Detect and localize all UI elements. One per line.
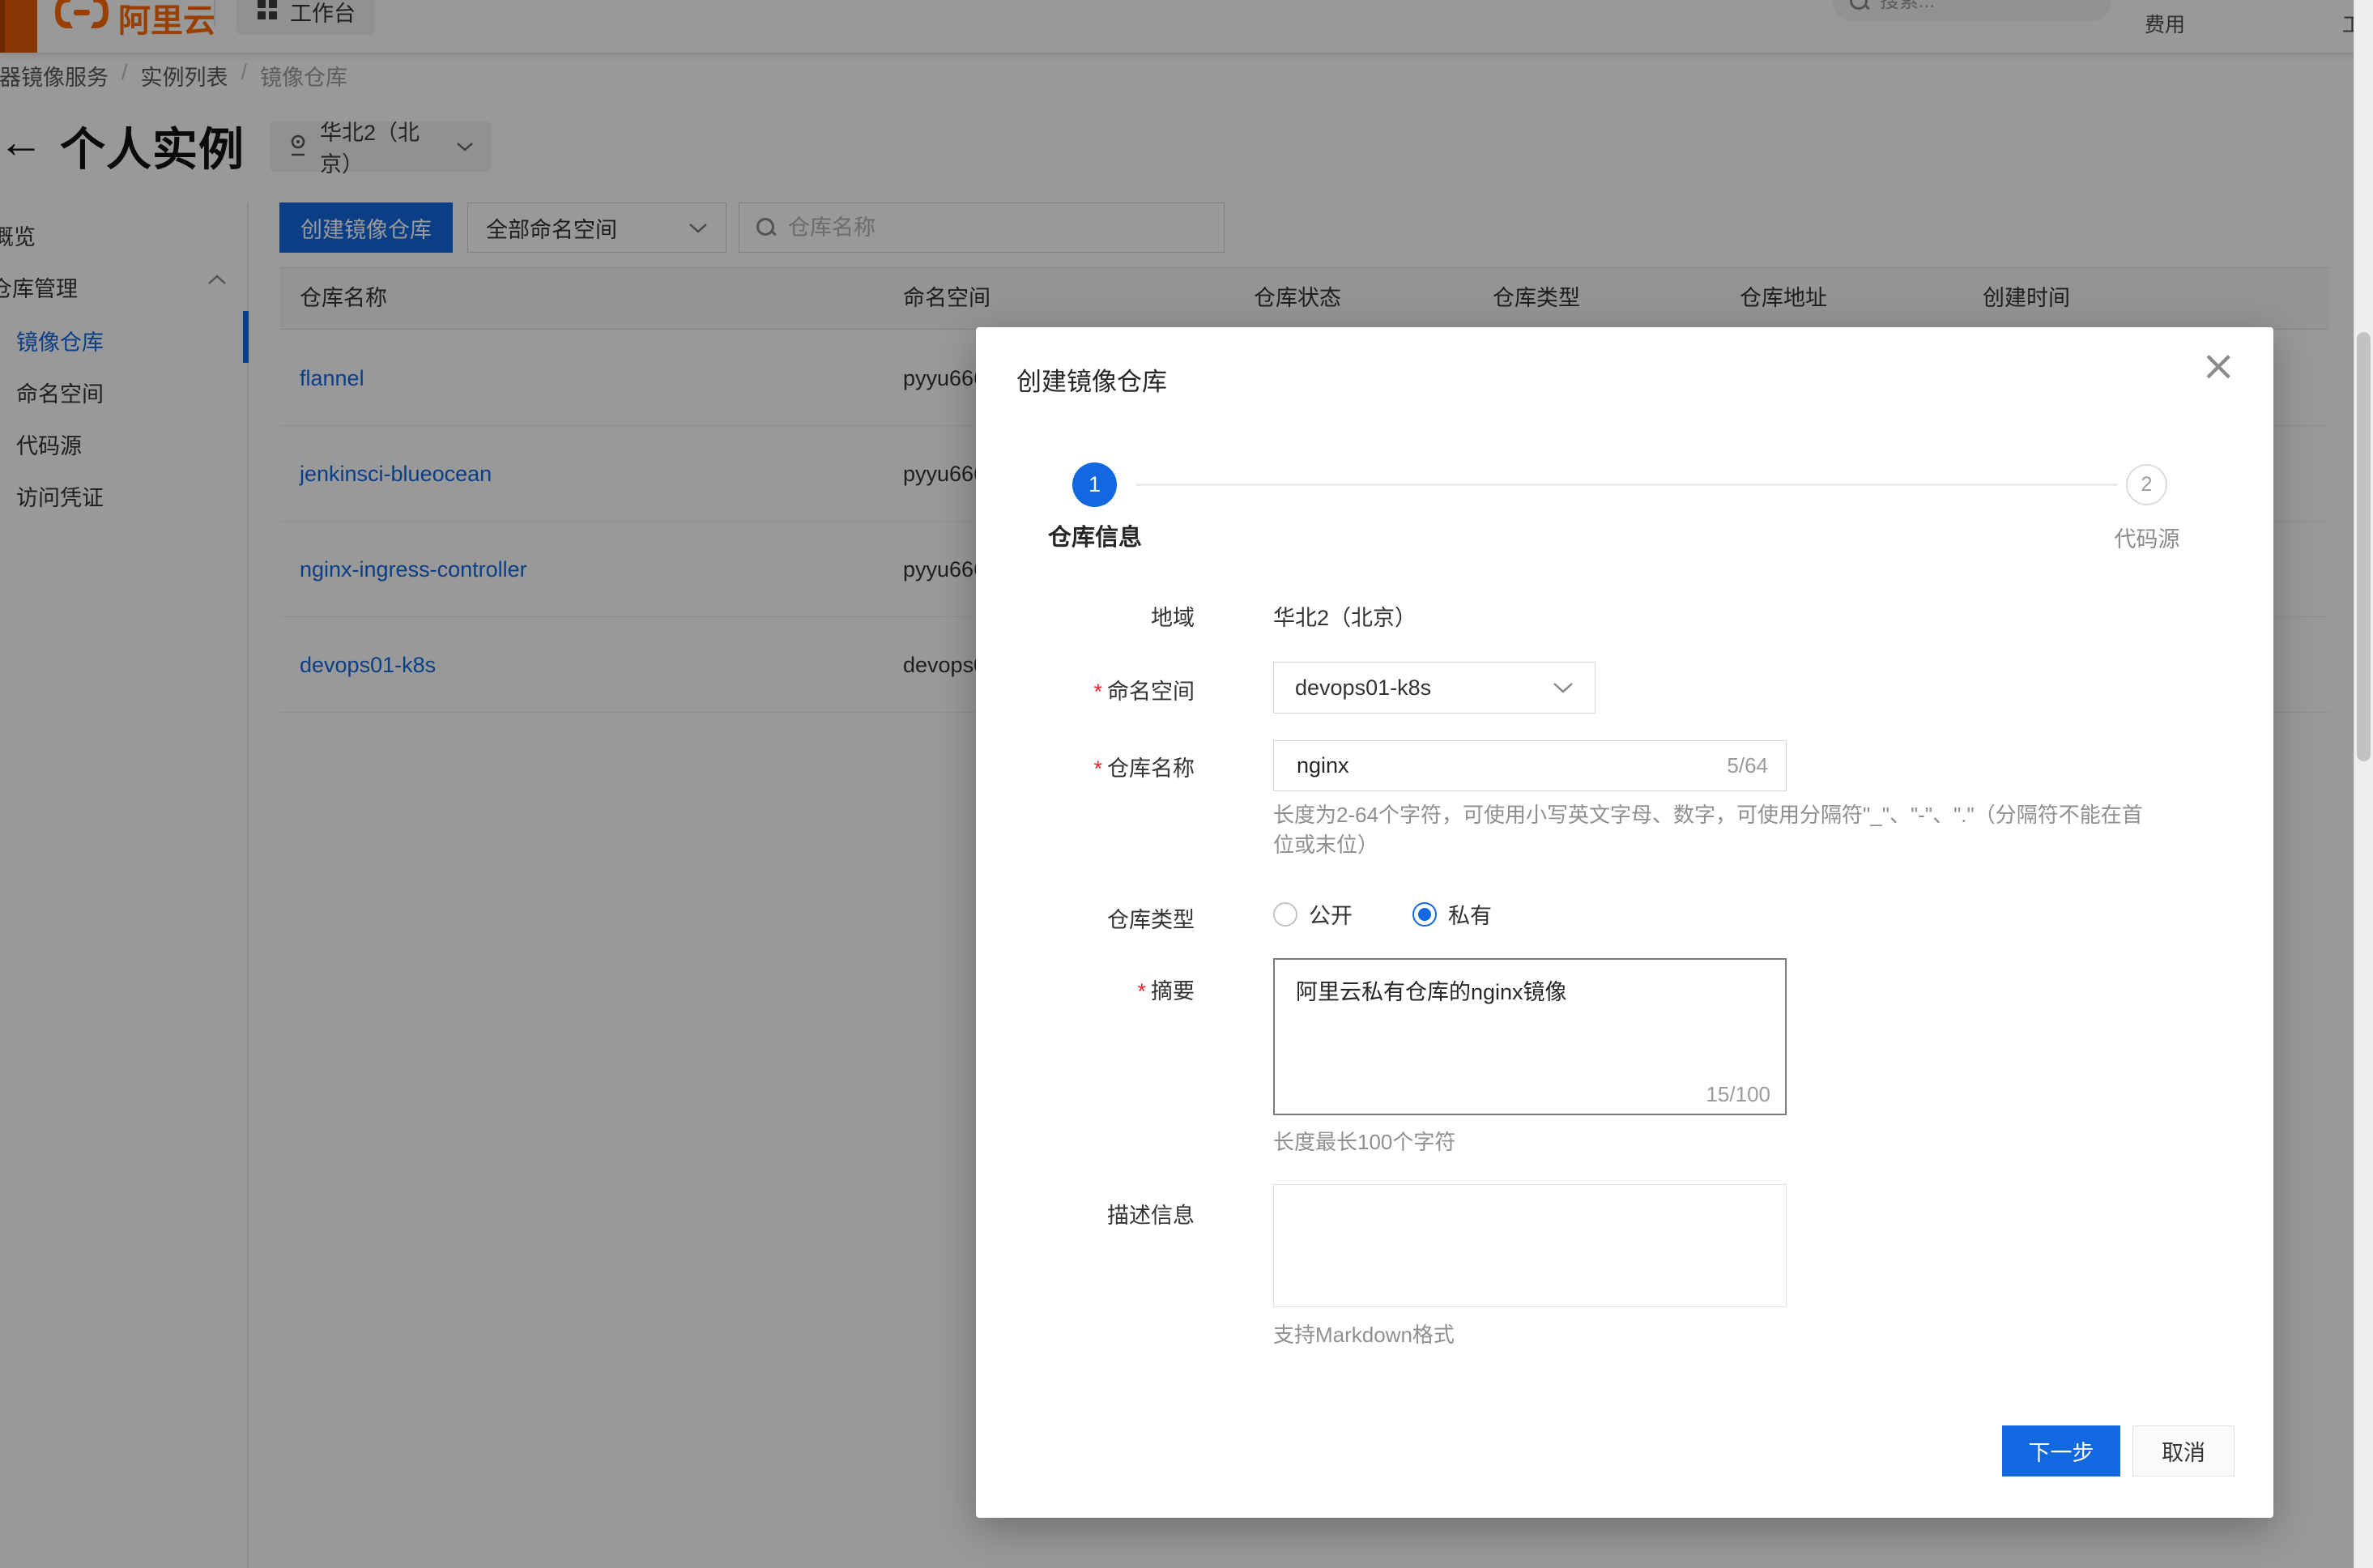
step-2-circle: 2: [2126, 464, 2167, 505]
modal-title: 创建镜像仓库: [1016, 361, 1167, 398]
repo-name-input[interactable]: [1274, 741, 1786, 790]
namespace-field-label: *命名空间: [976, 674, 1195, 705]
radio-public[interactable]: [1273, 902, 1297, 927]
next-step-button[interactable]: 下一步: [2002, 1425, 2120, 1476]
app-root: 阿里云 工作台 费用 工单 容器镜像服务 / 实例列表 / 镜像仓库: [0, 0, 2373, 1568]
repo-type-radio-group: 公开 私有: [1273, 898, 1492, 930]
repo-name-counter: 5/64: [1727, 741, 1768, 790]
summary-help: 长度最长100个字符: [1273, 1127, 1455, 1157]
repo-type-field-label: 仓库类型: [976, 902, 1195, 934]
radio-private-label[interactable]: 私有: [1448, 898, 1492, 930]
page-scrollbar[interactable]: [2354, 0, 2373, 1568]
namespace-select[interactable]: devops01-k8s: [1273, 662, 1595, 714]
region-field-label: 地域: [976, 600, 1195, 632]
description-field-label: 描述信息: [976, 1198, 1195, 1229]
radio-private[interactable]: [1412, 902, 1437, 927]
radio-public-label[interactable]: 公开: [1309, 898, 1353, 930]
description-textarea[interactable]: [1274, 1185, 1786, 1306]
repo-name-input-wrap: 5/64: [1273, 740, 1787, 791]
region-field-value: 华北2（北京）: [1273, 600, 1417, 632]
step-1-label: 仓库信息: [1028, 518, 1162, 552]
step-1-circle: 1: [1072, 462, 1117, 507]
namespace-select-value: devops01-k8s: [1295, 675, 1431, 701]
required-asterisk: *: [1093, 756, 1102, 781]
description-help: 支持Markdown格式: [1273, 1320, 1455, 1350]
repo-name-help: 长度为2-64个字符，可使用小写英文字母、数字，可使用分隔符"_"、"-"、".…: [1273, 800, 2152, 860]
close-icon[interactable]: ×: [2200, 345, 2236, 387]
step-connector-line: [1136, 484, 2118, 486]
required-asterisk: *: [1137, 979, 1146, 1003]
required-asterisk: *: [1093, 680, 1102, 704]
summary-field-label: *摘要: [976, 974, 1195, 1005]
step-2-label: 代码源: [2097, 522, 2197, 553]
repo-name-field-label: *仓库名称: [976, 751, 1195, 782]
summary-counter: 15/100: [1706, 1082, 1770, 1107]
cancel-button[interactable]: 取消: [2132, 1425, 2235, 1476]
description-textarea-wrap: [1273, 1184, 1787, 1307]
scrollbar-thumb[interactable]: [2357, 332, 2371, 761]
create-repository-modal: 创建镜像仓库 × 1 2 仓库信息 代码源 地域 华北2（北京） *命名空间 d…: [976, 327, 2273, 1518]
summary-textarea-wrap: 阿里云私有仓库的nginx镜像 15/100: [1273, 958, 1787, 1115]
chevron-down-icon: [1553, 681, 1574, 694]
